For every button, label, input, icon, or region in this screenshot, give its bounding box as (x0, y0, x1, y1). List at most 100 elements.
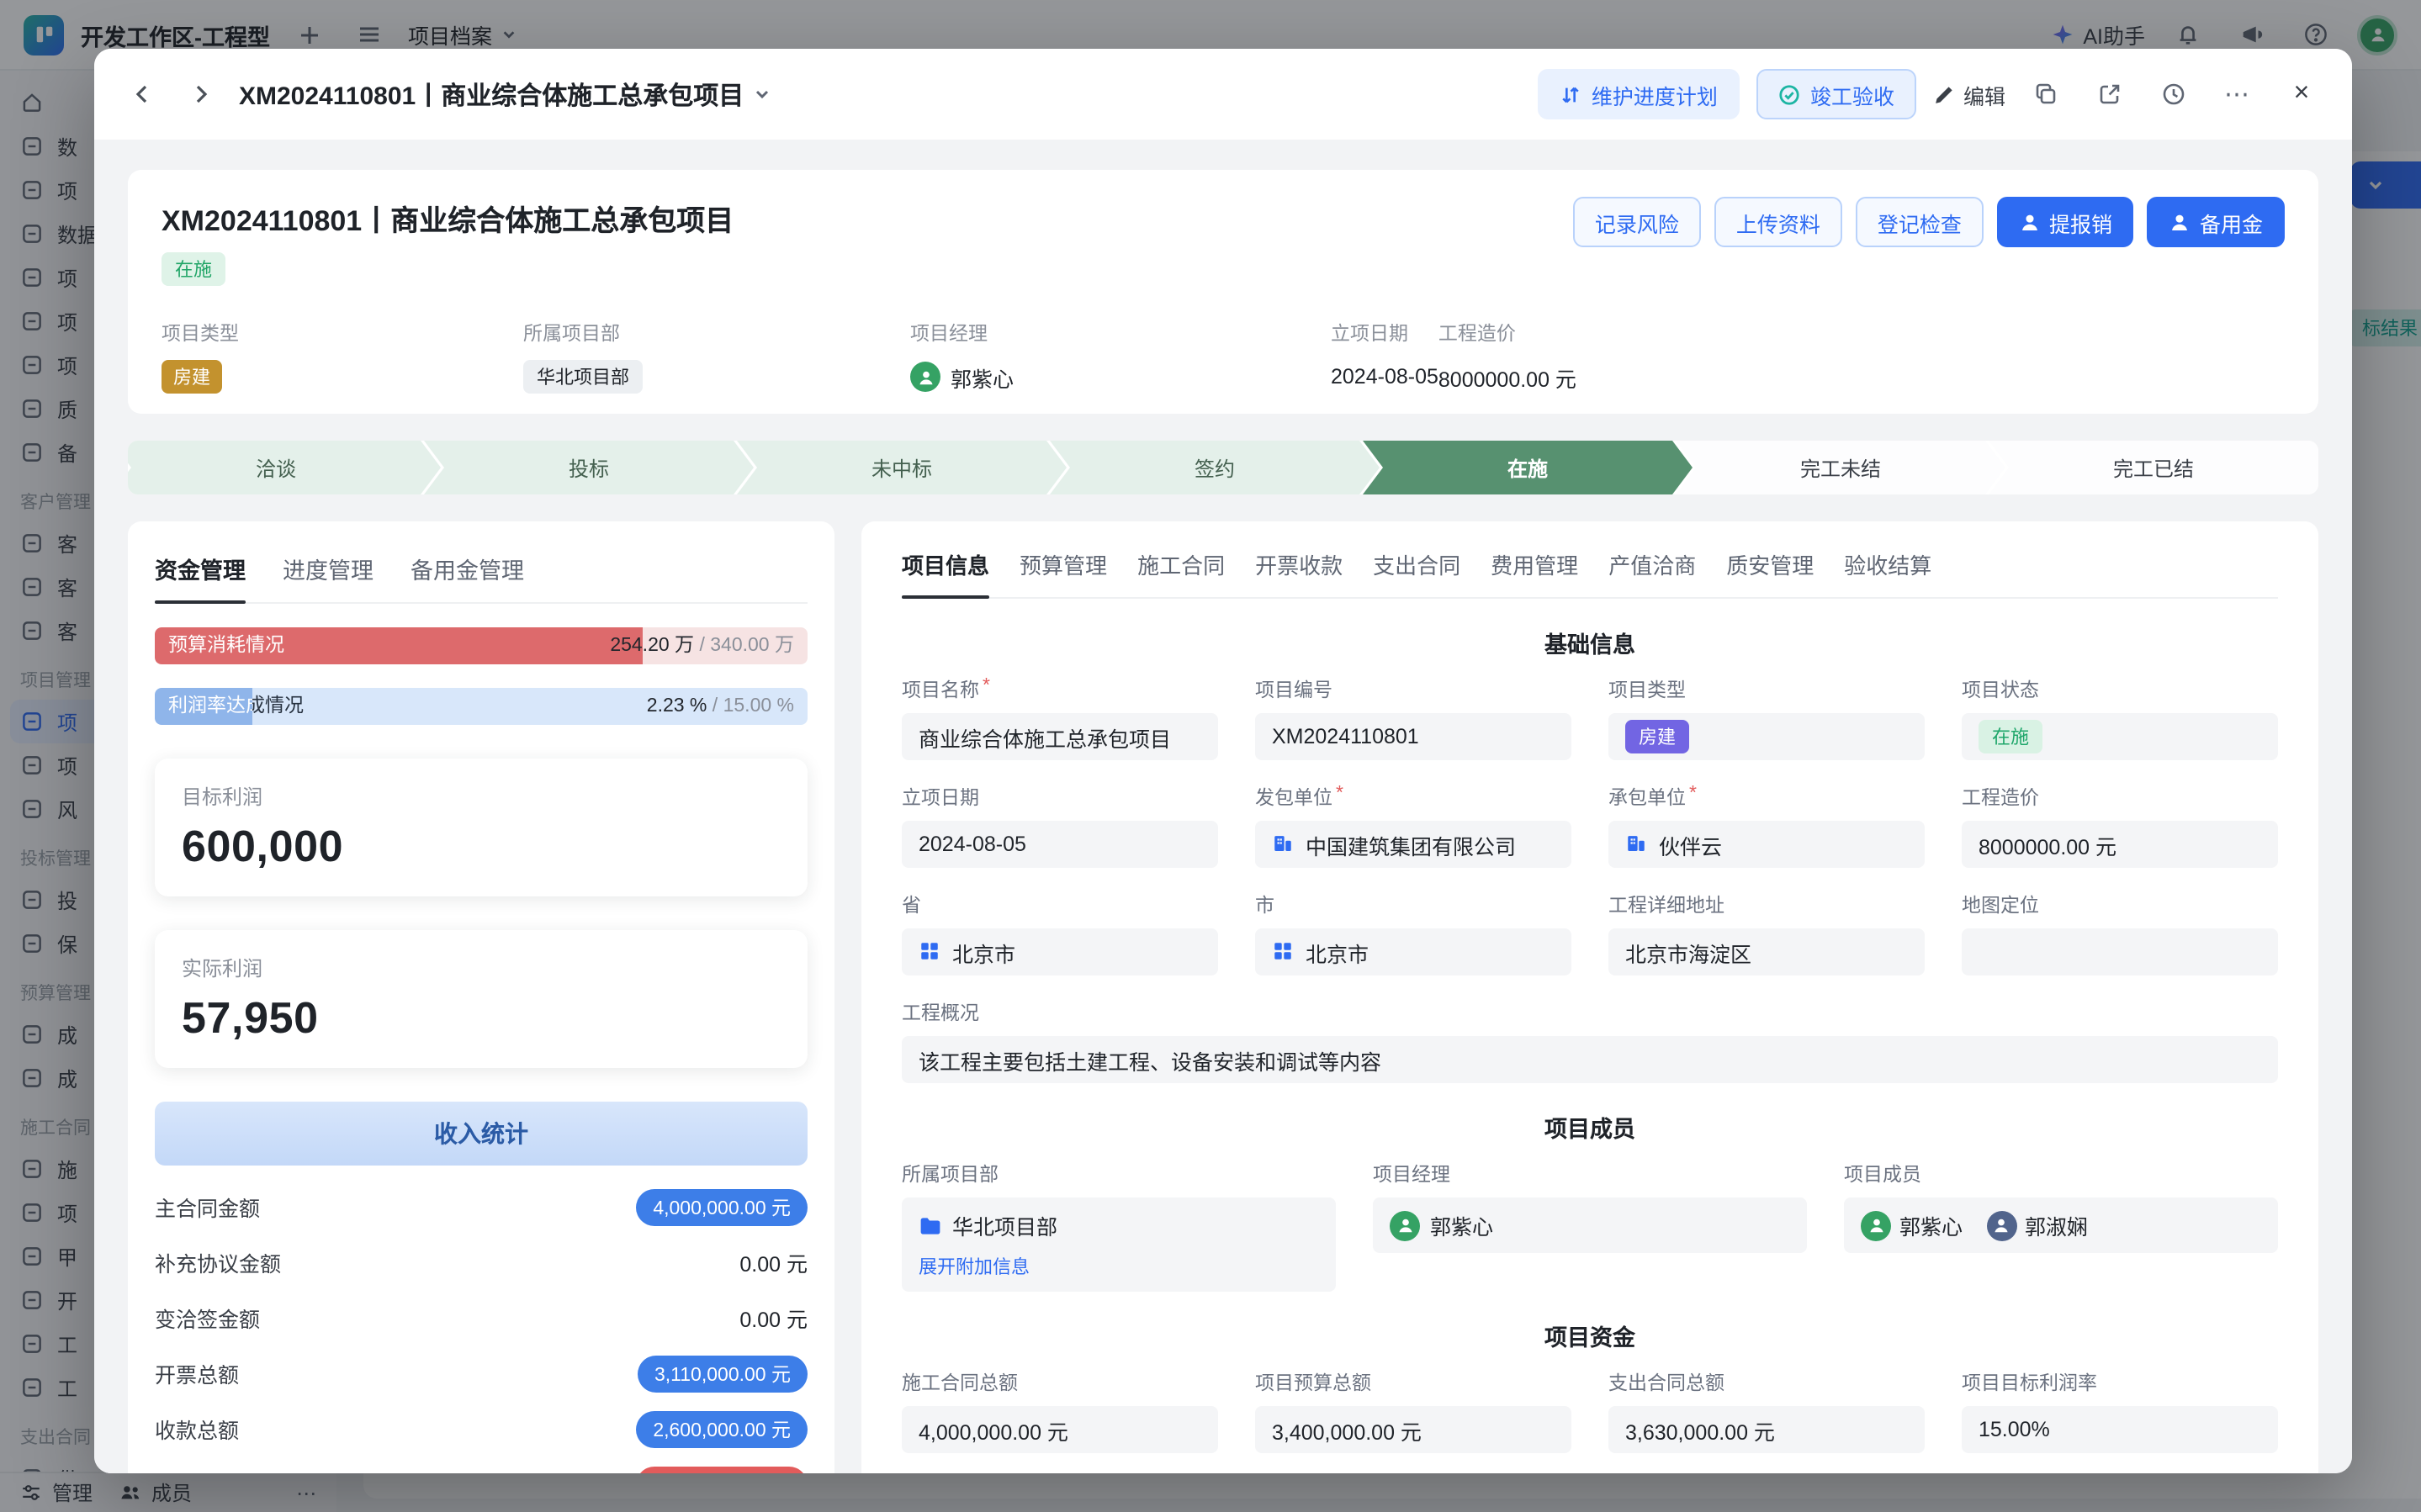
income-stats-button[interactable]: 收入统计 (155, 1102, 808, 1166)
field-label-text: 项目名称 (902, 676, 979, 703)
summary-field-label: 立项日期 (1331, 320, 1438, 346)
funds-tabs: 资金管理进度管理备用金管理 (155, 548, 808, 604)
metric-value: 600,000 (182, 821, 781, 873)
field-value[interactable]: 3,630,000.00 元 (1608, 1406, 1925, 1453)
amount-row-label: 开票总额 (155, 1357, 239, 1389)
required-mark: * (1336, 784, 1343, 811)
field-value[interactable]: 15.00% (1962, 1406, 2278, 1453)
summary-action-label: 备用金 (2200, 206, 2263, 238)
funds-tab[interactable]: 备用金管理 (411, 548, 524, 602)
field-value-text: 北京市 (1306, 936, 1369, 968)
stage-progress-bar: 洽谈 投标 未中标 签约 在施 完工未结 完工已结 (128, 441, 2318, 494)
close-icon[interactable]: × (2278, 71, 2325, 118)
next-record-button[interactable] (178, 72, 222, 116)
required-mark: * (983, 676, 990, 703)
field-label: 省* (902, 891, 1218, 918)
maintain-schedule-button[interactable]: 维护进度计划 (1538, 69, 1740, 119)
stage-segment[interactable]: 未中标 (737, 441, 1067, 494)
info-tab[interactable]: 验收结算 (1844, 545, 1931, 597)
stage-segment[interactable]: 洽谈 (128, 441, 441, 494)
share-icon[interactable] (2086, 71, 2133, 118)
summary-field-label: 项目经理 (910, 320, 1331, 346)
summary-action-button[interactable]: 提报销 (1997, 197, 2134, 247)
field-value[interactable]: 2024-08-05 (902, 821, 1218, 868)
info-tab[interactable]: 施工合同 (1137, 545, 1225, 597)
stage-segment[interactable]: 在施 (1363, 441, 1693, 494)
field-value[interactable]: 3,400,000.00 元 (1255, 1406, 1571, 1453)
edit-button[interactable]: 编辑 (1933, 78, 2005, 110)
field-value-text: 8000000.00 元 (1979, 828, 2116, 860)
funds-tab[interactable]: 资金管理 (155, 548, 246, 602)
field-value[interactable]: 北京市海淀区 (1608, 928, 1925, 975)
stage-segment[interactable]: 完工已结 (1989, 441, 2318, 494)
info-tab[interactable]: 质安管理 (1726, 545, 1814, 597)
amount-row[interactable]: 合同应收 1,000,000.00 元 (155, 1456, 808, 1473)
field-value[interactable]: 北京市 (902, 928, 1218, 975)
field-value[interactable]: 伙伴云 (1608, 821, 1925, 868)
field-label-text: 工程概况 (902, 999, 979, 1026)
amount-row[interactable]: 收款总额 2,600,000.00 元 (155, 1401, 808, 1456)
chevron-down-icon (754, 86, 771, 103)
info-tab[interactable]: 项目信息 (902, 545, 989, 597)
building-icon (1272, 833, 1295, 856)
stage-segment[interactable]: 完工未结 (1676, 441, 2005, 494)
field-label-text: 项目预算总额 (1255, 1369, 1371, 1396)
progress-bar-values: 254.20 万 / 340.00 万 (610, 627, 794, 664)
amount-row[interactable]: 开票总额 3,110,000.00 元 (155, 1345, 808, 1401)
field-label-text: 工程造价 (1962, 784, 2039, 811)
amount-row[interactable]: 补充协议金额 0.00 元 (155, 1234, 808, 1290)
stage-segment[interactable]: 签约 (1050, 441, 1380, 494)
member-chip[interactable]: 郭淑娴 (1986, 1209, 2088, 1241)
summary-action-button[interactable]: 记录风险 (1573, 197, 1701, 247)
field-value[interactable]: 北京市 (1255, 928, 1571, 975)
amount-row-label: 主合同金额 (155, 1191, 260, 1223)
progress-value: 254.20 万 (610, 636, 694, 656)
modal-header: XM2024110801丨商业综合体施工总承包项目 维护进度计划 竣工验收 编辑 (94, 49, 2352, 140)
field-value-text: 4,000,000.00 元 (919, 1414, 1068, 1446)
summary-action-button[interactable]: 登记检查 (1856, 197, 1984, 247)
section-title-finance: 项目资金 (902, 1319, 2278, 1352)
summary-action-button[interactable]: 上传资料 (1714, 197, 1842, 247)
summary-field: 项目经理 郭紫心 (910, 320, 1331, 394)
field-value[interactable]: 8000000.00 元 (1962, 821, 2278, 868)
dept-value[interactable]: 华北项目部 展开附加信息 (902, 1197, 1336, 1292)
form-field: 项目目标利润率 15.00% (1962, 1369, 2278, 1453)
field-value[interactable]: 4,000,000.00 元 (902, 1406, 1218, 1453)
expand-extra-info-link[interactable]: 展开附加信息 (919, 1253, 1319, 1280)
metric-label: 实际利润 (182, 954, 781, 982)
stage-label: 洽谈 (256, 453, 296, 482)
info-tab[interactable]: 开票收款 (1255, 545, 1343, 597)
field-value[interactable]: 商业综合体施工总承包项目 (902, 713, 1218, 760)
field-value[interactable]: 该工程主要包括土建工程、设备安装和调试等内容 (902, 1036, 2278, 1083)
amount-row[interactable]: 变洽签金额 0.00 元 (155, 1290, 808, 1345)
manager-value[interactable]: 郭紫心 (1373, 1197, 1807, 1253)
project-summary-card: XM2024110801丨商业综合体施工总承包项目 在施 记录风险 (128, 170, 2318, 414)
summary-field-value: 郭紫心 (910, 360, 1331, 394)
amount-row[interactable]: 主合同金额 4,000,000.00 元 (155, 1179, 808, 1234)
progress-value: 2.23 % (647, 696, 707, 716)
field-value-text: 在施 (1979, 720, 2042, 753)
funds-tab[interactable]: 进度管理 (283, 548, 373, 602)
info-tab[interactable]: 费用管理 (1491, 545, 1578, 597)
summary-action-button[interactable]: 备用金 (2148, 197, 2285, 247)
prev-record-button[interactable] (121, 72, 165, 116)
info-tab[interactable]: 预算管理 (1020, 545, 1107, 597)
member-chip[interactable]: 郭紫心 (1861, 1209, 1963, 1241)
field-value-text: 15.00% (1979, 1418, 2050, 1441)
field-value[interactable]: 房建 (1608, 713, 1925, 760)
metric-label: 目标利润 (182, 782, 781, 811)
more-actions-icon[interactable]: ⋯ (2214, 71, 2261, 118)
funds-panel: 资金管理进度管理备用金管理 预算消耗情况 预算消耗情况 254.20 万 / 3… (128, 521, 834, 1473)
history-icon[interactable] (2150, 71, 2197, 118)
stage-label: 签约 (1195, 453, 1235, 482)
field-value[interactable]: 在施 (1962, 713, 2278, 760)
completion-acceptance-button[interactable]: 竣工验收 (1756, 69, 1916, 119)
info-tab[interactable]: 产值洽商 (1608, 545, 1696, 597)
info-tab[interactable]: 支出合同 (1373, 545, 1460, 597)
field-value[interactable] (1962, 928, 2278, 975)
stage-segment[interactable]: 投标 (424, 441, 754, 494)
copy-icon[interactable] (2022, 71, 2069, 118)
field-value[interactable]: XM2024110801 (1255, 713, 1571, 760)
record-title[interactable]: XM2024110801丨商业综合体施工总承包项目 (239, 77, 771, 112)
field-value[interactable]: 中国建筑集团有限公司 (1255, 821, 1571, 868)
